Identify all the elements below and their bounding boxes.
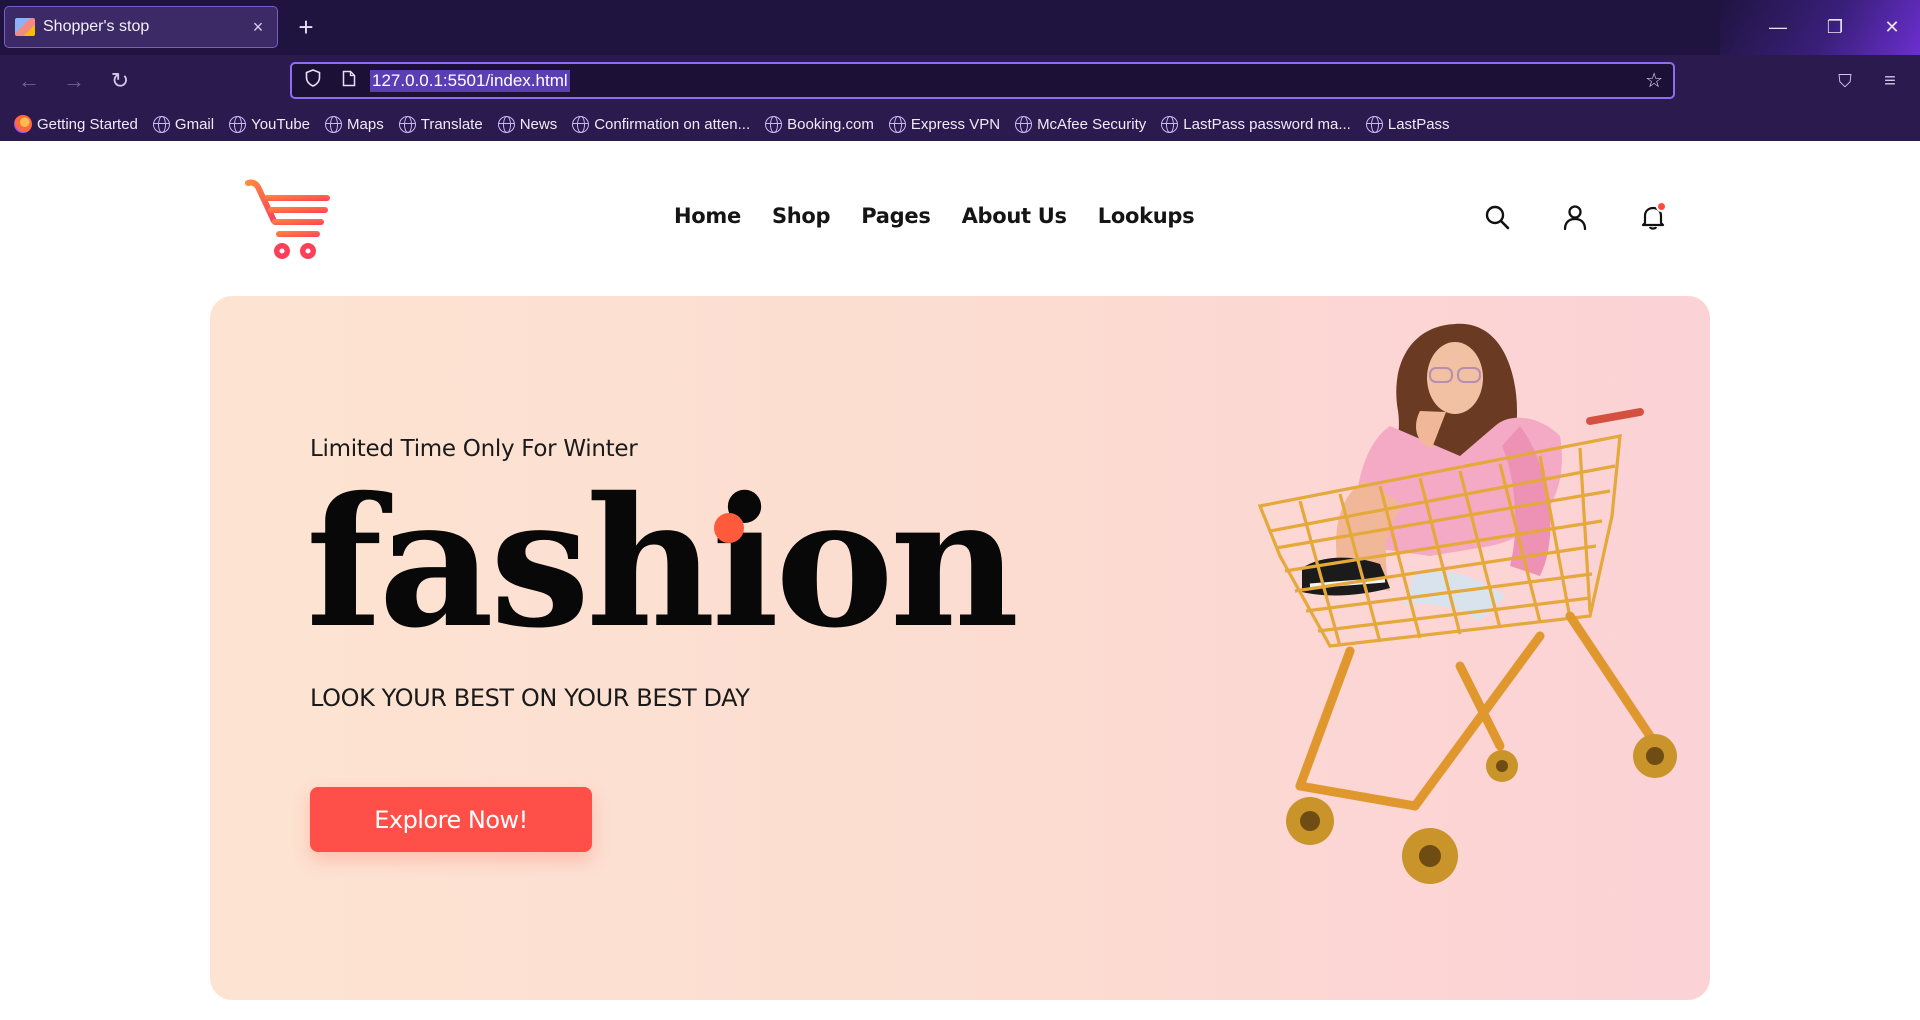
globe-icon	[765, 115, 783, 133]
globe-icon	[497, 115, 515, 133]
bookmark-item[interactable]: Translate	[398, 115, 483, 133]
nav-pages[interactable]: Pages	[861, 204, 931, 228]
notification-dot	[1656, 201, 1667, 212]
minimize-button[interactable]: —	[1750, 0, 1806, 55]
bookmark-item[interactable]: Confirmation on atten...	[572, 115, 751, 133]
url-text[interactable]: 127.0.0.1:5501/index.html	[370, 69, 570, 92]
url-bar[interactable]: 127.0.0.1:5501/index.html ☆	[290, 62, 1675, 99]
globe-icon	[888, 115, 906, 133]
browser-navbar: ← → ↻ 127.0.0.1:5501/index.html ☆ ⛉ ≡	[0, 55, 1920, 105]
bookmark-star-icon[interactable]: ☆	[1645, 68, 1663, 93]
pocket-icon[interactable]: ⛉	[1831, 67, 1859, 95]
nav-about-us[interactable]: About Us	[962, 204, 1067, 228]
bookmark-label: Confirmation on atten...	[594, 115, 751, 133]
search-icon[interactable]	[1483, 203, 1511, 231]
bookmark-label: McAfee Security	[1037, 115, 1147, 133]
bookmark-item[interactable]: News	[497, 115, 558, 133]
bookmark-item[interactable]: LastPass password ma...	[1161, 115, 1351, 133]
bookmark-item[interactable]: YouTube	[229, 115, 311, 133]
bookmarks-bar: Getting Started Gmail YouTube Maps Trans…	[0, 108, 1920, 140]
hero-model-in-cart-image	[1257, 323, 1677, 884]
globe-icon	[229, 115, 247, 133]
globe-icon	[572, 115, 590, 133]
hero-title-accent-dot	[714, 513, 744, 543]
globe-icon	[1015, 115, 1033, 133]
bookmark-item[interactable]: LastPass	[1365, 115, 1450, 133]
bookmark-label: Translate	[420, 115, 483, 133]
bookmark-label: LastPass password ma...	[1183, 115, 1351, 133]
bookmark-label: Express VPN	[910, 115, 1001, 133]
forward-button[interactable]: →	[60, 67, 88, 95]
explore-now-button[interactable]: Explore Now!	[310, 787, 592, 852]
main-nav: Home Shop Pages About Us Lookups	[674, 204, 1195, 228]
bell-icon[interactable]	[1639, 201, 1667, 231]
bookmark-label: Booking.com	[787, 115, 874, 133]
cart-logo-icon[interactable]	[244, 177, 336, 261]
bookmark-item[interactable]: Express VPN	[888, 115, 1001, 133]
new-tab-button[interactable]: +	[294, 12, 318, 42]
bookmark-label: YouTube	[251, 115, 311, 133]
bookmark-item[interactable]: Gmail	[152, 115, 215, 133]
globe-icon	[152, 115, 170, 133]
browser-tab[interactable]: Shopper's stop ×	[4, 6, 278, 48]
bookmark-label: LastPass	[1387, 115, 1450, 133]
favicon-icon	[15, 18, 35, 36]
browser-chrome: Shopper's stop × + — ❐ ✕ ← → ↻ 127.0.0.1…	[0, 0, 1920, 141]
hero-title: fashion	[306, 458, 1019, 667]
bookmark-item[interactable]: McAfee Security	[1015, 115, 1147, 133]
bookmark-label: Gmail	[174, 115, 215, 133]
nav-shop[interactable]: Shop	[772, 204, 831, 228]
tab-title: Shopper's stop	[43, 18, 150, 35]
bookmark-label: Getting Started	[37, 115, 138, 133]
globe-icon	[1365, 115, 1383, 133]
menu-icon[interactable]: ≡	[1876, 67, 1904, 95]
user-icon[interactable]	[1561, 203, 1589, 231]
close-window-button[interactable]: ✕	[1864, 0, 1920, 55]
nav-lookups[interactable]: Lookups	[1098, 204, 1195, 228]
page-info-icon[interactable]	[338, 70, 360, 92]
globe-icon	[1161, 115, 1179, 133]
maximize-button[interactable]: ❐	[1807, 0, 1863, 55]
web-page: Home Shop Pages About Us Lookups Limited…	[0, 141, 1920, 1020]
bookmark-label: News	[519, 115, 558, 133]
globe-icon	[325, 115, 343, 133]
bookmark-item[interactable]: Getting Started	[14, 115, 138, 133]
back-button[interactable]: ←	[15, 67, 43, 95]
bookmark-label: Maps	[347, 115, 384, 133]
bookmark-item[interactable]: Booking.com	[765, 115, 874, 133]
hero-banner: Limited Time Only For Winter fashion LOO…	[210, 296, 1710, 1000]
close-tab-icon[interactable]: ×	[249, 17, 267, 38]
nav-home[interactable]: Home	[674, 204, 741, 228]
bookmark-item[interactable]: Maps	[325, 115, 384, 133]
tab-strip: Shopper's stop × + — ❐ ✕	[0, 0, 1920, 55]
globe-icon	[398, 115, 416, 133]
firefox-icon	[14, 115, 32, 133]
reload-button[interactable]: ↻	[106, 67, 134, 95]
shield-icon[interactable]	[302, 69, 324, 92]
hero-subtitle: LOOK YOUR BEST ON YOUR BEST DAY	[310, 684, 750, 712]
